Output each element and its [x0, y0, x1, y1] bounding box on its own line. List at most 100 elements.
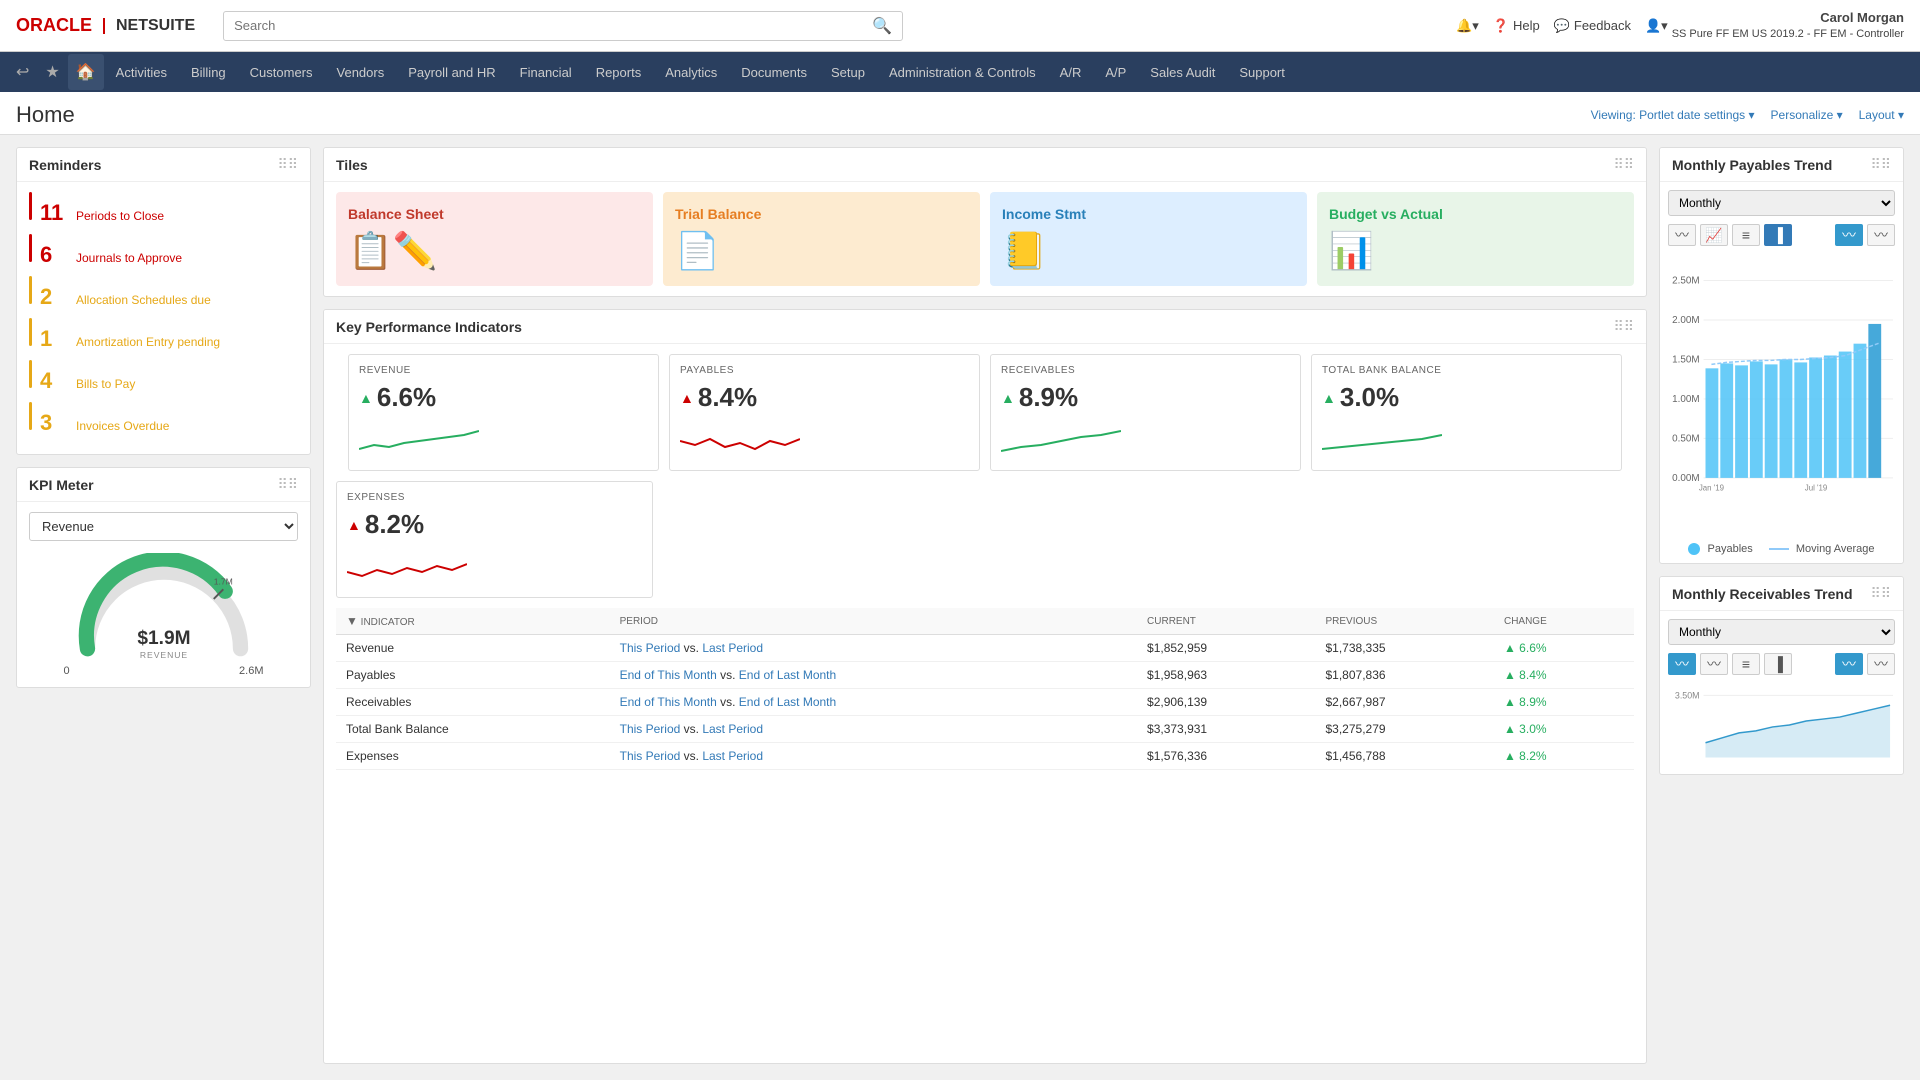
nav-item-setup[interactable]: Setup	[819, 52, 877, 92]
income-stmt-icon: 📒	[1002, 230, 1047, 272]
indicator-cell: Revenue	[336, 635, 610, 662]
nav-item-ap[interactable]: A/P	[1093, 52, 1138, 92]
tile-income-stmt[interactable]: Income Stmt 📒	[990, 192, 1307, 286]
gauge-chart: 1.7M $1.9M REVENUE	[64, 553, 264, 663]
payables-trend-drag[interactable]: ⠿⠿	[1870, 156, 1891, 173]
receivables-chart-btn-area[interactable]: 〰	[1668, 653, 1696, 675]
chart-btn-area[interactable]: 〰	[1668, 224, 1696, 246]
period-link-current[interactable]: This Period	[620, 641, 681, 655]
nav-item-analytics[interactable]: Analytics	[653, 52, 729, 92]
nav-item-vendors[interactable]: Vendors	[325, 52, 397, 92]
nav-item-reports[interactable]: Reports	[584, 52, 654, 92]
nav-home-icon[interactable]: 🏠	[68, 54, 104, 90]
reminder-label[interactable]: Bills to Pay	[76, 377, 135, 391]
search-icon: 🔍	[872, 16, 892, 36]
nav-item-activities[interactable]: Activities	[104, 52, 179, 92]
reminders-title: Reminders	[29, 157, 101, 173]
help-button[interactable]: ❓ Help	[1493, 18, 1540, 34]
up-arrow-icon: ▲	[1322, 390, 1336, 406]
indicator-cell: Total Bank Balance	[336, 716, 610, 743]
svg-text:$1.9M: $1.9M	[137, 628, 190, 649]
col-current: CURRENT	[1137, 608, 1315, 635]
logo[interactable]: ORACLE NETSUITE	[16, 15, 195, 36]
nav-item-support[interactable]: Support	[1227, 52, 1297, 92]
period-link-current[interactable]: End of This Month	[620, 695, 717, 709]
receivables-chart-btn-table[interactable]: ≡	[1732, 653, 1760, 675]
expenses-mini-chart	[347, 548, 467, 584]
receivables-chart-btn-line[interactable]: 〰	[1700, 653, 1728, 675]
previous-cell: $3,275,279	[1316, 716, 1494, 743]
nav-item-billing[interactable]: Billing	[179, 52, 238, 92]
nav-item-documents[interactable]: Documents	[729, 52, 819, 92]
personalize-button[interactable]: Personalize ▾	[1771, 108, 1843, 122]
reminders-drag-handle[interactable]: ⠿⠿	[277, 156, 298, 173]
reminder-num: 2	[40, 284, 68, 310]
reminder-label[interactable]: Allocation Schedules due	[76, 293, 211, 307]
nav-favorites-icon[interactable]: ★	[37, 54, 67, 90]
nav-item-financial[interactable]: Financial	[508, 52, 584, 92]
period-link-last[interactable]: Last Period	[702, 641, 763, 655]
list-item: 3 Invoices Overdue	[29, 402, 298, 436]
reminder-label[interactable]: Amortization Entry pending	[76, 335, 220, 349]
chart-btn-wave2[interactable]: 〰	[1867, 224, 1895, 246]
kpi-payables-label: PAYABLES	[680, 365, 969, 376]
reminder-label[interactable]: Invoices Overdue	[76, 419, 169, 433]
feedback-button[interactable]: 💬 Feedback	[1554, 18, 1631, 34]
list-item: 11 Periods to Close	[29, 192, 298, 226]
kpi-meter-select[interactable]: Revenue Payables Receivables Expenses	[29, 512, 298, 541]
svg-text:Jan '19: Jan '19	[1699, 484, 1724, 493]
nav-item-admin[interactable]: Administration & Controls	[877, 52, 1048, 92]
gauge-container: 1.7M $1.9M REVENUE 0 2.6M	[29, 553, 298, 677]
receivables-chart-btn-bar[interactable]: ▐	[1764, 653, 1792, 675]
balance-sheet-icon: 📋✏️	[348, 230, 438, 272]
tile-balance-sheet[interactable]: Balance Sheet 📋✏️	[336, 192, 653, 286]
tiles-drag-handle[interactable]: ⠿⠿	[1613, 156, 1634, 173]
chart-btn-line[interactable]: 📈	[1700, 224, 1728, 246]
receivables-trend-drag[interactable]: ⠿⠿	[1870, 585, 1891, 602]
period-link-current[interactable]: This Period	[620, 749, 681, 763]
period-link-last[interactable]: Last Period	[702, 722, 763, 736]
period-link-current[interactable]: This Period	[620, 722, 681, 736]
period-link-last[interactable]: Last Period	[702, 749, 763, 763]
nav-item-sales-audit[interactable]: Sales Audit	[1138, 52, 1227, 92]
sort-icon[interactable]: ▼	[346, 614, 358, 628]
portlet-date-settings[interactable]: Viewing: Portlet date settings ▾	[1591, 108, 1755, 122]
search-input[interactable]	[234, 18, 866, 33]
tile-trial-balance[interactable]: Trial Balance 📄	[663, 192, 980, 286]
receivables-chart-btn-wave2[interactable]: 〰	[1867, 653, 1895, 675]
receivables-trend-select[interactable]: Monthly Quarterly Yearly	[1668, 619, 1895, 645]
kpi-drag-handle[interactable]: ⠿⠿	[1613, 318, 1634, 335]
kpi-meter-body: Revenue Payables Receivables Expenses 1.…	[17, 502, 310, 687]
chart-type-buttons: 〰 📈 ≡ ▐ 〰 〰	[1668, 224, 1895, 246]
revenue-mini-chart	[359, 421, 479, 457]
nav-item-ar[interactable]: A/R	[1048, 52, 1094, 92]
reminder-label[interactable]: Periods to Close	[76, 209, 164, 223]
chart-btn-bar[interactable]: ▐	[1764, 224, 1792, 246]
indicator-cell: Payables	[336, 662, 610, 689]
tile-trial-balance-label: Trial Balance	[675, 206, 761, 222]
reminder-bar-yellow	[29, 318, 32, 346]
user-menu[interactable]: 👤▾ Carol Morgan SS Pure FF EM US 2019.2 …	[1645, 10, 1904, 41]
period-link-last[interactable]: End of Last Month	[739, 695, 836, 709]
reminder-label[interactable]: Journals to Approve	[76, 251, 182, 265]
payables-trend-body: Monthly Quarterly Yearly 〰 📈 ≡ ▐ 〰 〰 2.5…	[1660, 182, 1903, 563]
period-link-last[interactable]: End of Last Month	[739, 668, 836, 682]
nav-item-customers[interactable]: Customers	[238, 52, 325, 92]
tile-budget-vs-actual[interactable]: Budget vs Actual 📊	[1317, 192, 1634, 286]
period-cell: This Period vs. Last Period	[610, 635, 1137, 662]
notifications-button[interactable]: 🔔▾	[1456, 18, 1479, 34]
layout-button[interactable]: Layout ▾	[1859, 108, 1904, 122]
kpi-meter-portlet: KPI Meter ⠿⠿ Revenue Payables Receivable…	[16, 467, 311, 688]
chart-btn-table[interactable]: ≡	[1732, 224, 1760, 246]
receivables-chart-btn-wave1[interactable]: 〰	[1835, 653, 1863, 675]
kpi-meter-drag-handle[interactable]: ⠿⠿	[277, 476, 298, 493]
main-content: Reminders ⠿⠿ 11 Periods to Close 6 Journ…	[0, 135, 1920, 1076]
period-link-current[interactable]: End of This Month	[620, 668, 717, 682]
payables-trend-select[interactable]: Monthly Quarterly Yearly	[1668, 190, 1895, 216]
reminder-num: 1	[40, 326, 68, 352]
chart-btn-wave1[interactable]: 〰	[1835, 224, 1863, 246]
search-bar[interactable]: 🔍	[223, 11, 903, 41]
svg-text:3.50M: 3.50M	[1675, 690, 1700, 700]
nav-item-payroll[interactable]: Payroll and HR	[396, 52, 507, 92]
nav-history-icon[interactable]: ↩	[8, 54, 37, 90]
